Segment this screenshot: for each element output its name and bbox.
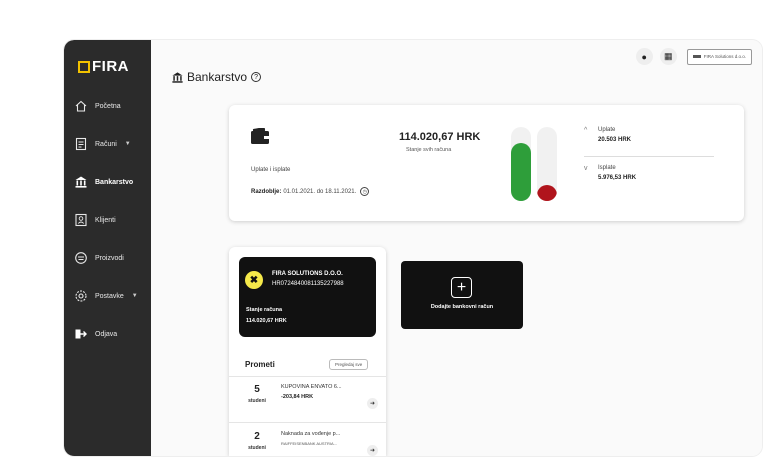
sidebar-item-postavke[interactable]: Postavke ▼ [74,286,150,306]
income-label: Uplate [598,127,616,133]
chevron-up-icon: ^ [584,127,588,134]
account-panel: ✖ FIRA SOLUTIONS D.O.O. HR07248400811352… [229,247,386,456]
transaction-day: 2 [254,431,260,442]
wallet-icon [251,127,271,144]
company-label: FIRA Solutions d.o.o. [703,54,746,59]
sidebar-item-klijenti[interactable]: Klijenti [74,210,150,230]
transaction-month: studeni [248,445,266,451]
period-value: 01.01.2021. do 18.11.2021. [283,188,357,195]
bank-icon [74,175,88,189]
invoice-icon [74,137,88,151]
income-value: 20.503 HRK [598,137,632,143]
total-balance: 114.020,67 HRK [399,131,481,143]
summary-label: Uplate i isplate [251,167,291,173]
client-icon [74,213,88,227]
sidebar-item-racuni[interactable]: Računi ▼ [74,134,150,154]
sidebar-item-label: Odjava [95,330,118,338]
top-toolbar: ● ▦ FIRA Solutions d.o.o. [635,48,752,65]
bell-icon: ● [641,51,647,62]
logo-mark-icon [78,60,90,73]
settings-icon [74,289,88,303]
period-range: Razdoblje: 01.01.2021. do 18.11.2021. ◷ [251,187,370,196]
help-icon[interactable]: ? [251,72,262,82]
company-selector[interactable]: FIRA Solutions d.o.o. [686,48,752,65]
expense-bar-fill [537,184,557,201]
account-name: FIRA SOLUTIONS D.O.O. [272,271,343,277]
bank-account-card[interactable]: ✖ FIRA SOLUTIONS D.O.O. HR07248400811352… [239,257,376,337]
arrow-right-icon[interactable]: ➜ [367,398,378,409]
transaction-row[interactable]: 2 studeni Naknada za vođenje p... RAIFFE… [229,431,386,456]
sidebar-item-pocetna[interactable]: Početna [74,96,150,116]
expense-bar [537,127,557,201]
account-balance: 114.020,67 HRK [246,318,287,324]
divider [229,376,386,377]
bank-logo-icon: ✖ [245,271,263,289]
sidebar-item-label: Početna [95,102,121,110]
bank-icon [171,71,184,84]
transaction-month: studeni [248,398,266,404]
expense-label: Isplate [598,165,616,171]
stat-divider [584,156,714,157]
app-window: FIRA Početna Računi ▼ Bankarstvo Klijent… [64,40,762,456]
sidebar-item-label: Postavke [95,292,124,300]
transaction-row[interactable]: 5 studeni KUPOVINA ENVATO 6... -203,84 H… [229,384,386,424]
period-label: Razdoblje: [251,188,282,195]
chevron-down-icon: v [584,165,588,172]
caret-down-icon: ▼ [131,293,138,299]
expense-value: 5.976,53 HRK [598,175,637,181]
main-content: Bankarstvo ? ● ▦ FIRA Solutions d.o.o. U… [151,40,762,456]
sidebar-item-bankarstvo[interactable]: Bankarstvo [74,172,150,192]
logo-text: FIRA [92,58,129,75]
calendar-icon: ▦ [663,51,673,61]
sidebar-item-proizvodi[interactable]: Proizvodi [74,248,150,268]
logo[interactable]: FIRA [78,58,129,75]
sidebar-item-label: Računi [95,140,117,148]
summary-card: Uplate i isplate Razdoblje: 01.01.2021. … [229,105,744,221]
clock-icon[interactable]: ◷ [360,187,370,196]
transactions-title: Prometi [245,360,275,369]
product-icon [74,251,88,265]
sidebar: FIRA Početna Računi ▼ Bankarstvo Klijent… [64,40,151,456]
income-bar-fill [511,143,531,201]
company-logo-icon [692,55,701,58]
arrow-right-icon[interactable]: ➜ [367,445,378,456]
page-title-text: Bankarstvo [187,70,248,84]
sidebar-item-label: Bankarstvo [95,178,134,186]
transaction-day: 5 [254,384,260,395]
plus-icon: + [451,277,472,298]
calendar-button[interactable]: ▦ [659,48,677,65]
account-balance-label: Stanje računa [246,307,283,313]
total-balance-caption: Stanje svih računa [406,147,452,153]
logout-icon [74,327,88,341]
transaction-amount: -203,84 HRK [281,394,314,400]
sidebar-item-label: Proizvodi [95,254,124,262]
page-title: Bankarstvo ? [171,70,262,84]
notifications-button[interactable]: ● [635,48,653,65]
account-iban: HR0724840081135227988 [272,281,344,287]
transaction-description: Naknada za vođenje p... [281,431,341,437]
sidebar-item-label: Klijenti [95,216,116,224]
divider [229,422,386,423]
add-bank-account-button[interactable]: + Dodajte bankovni račun [401,261,523,329]
view-all-button[interactable]: Pregledaj sve [329,359,369,370]
income-bar [511,127,531,201]
transaction-counterparty: RAIFFEISENBANK AUSTRIA... [281,441,338,446]
home-icon [74,99,88,113]
caret-down-icon: ▼ [124,141,131,147]
add-bank-account-label: Dodajte bankovni račun [430,304,494,310]
transaction-description: KUPOVINA ENVATO 6... [281,384,342,390]
sidebar-item-odjava[interactable]: Odjava [74,324,150,344]
